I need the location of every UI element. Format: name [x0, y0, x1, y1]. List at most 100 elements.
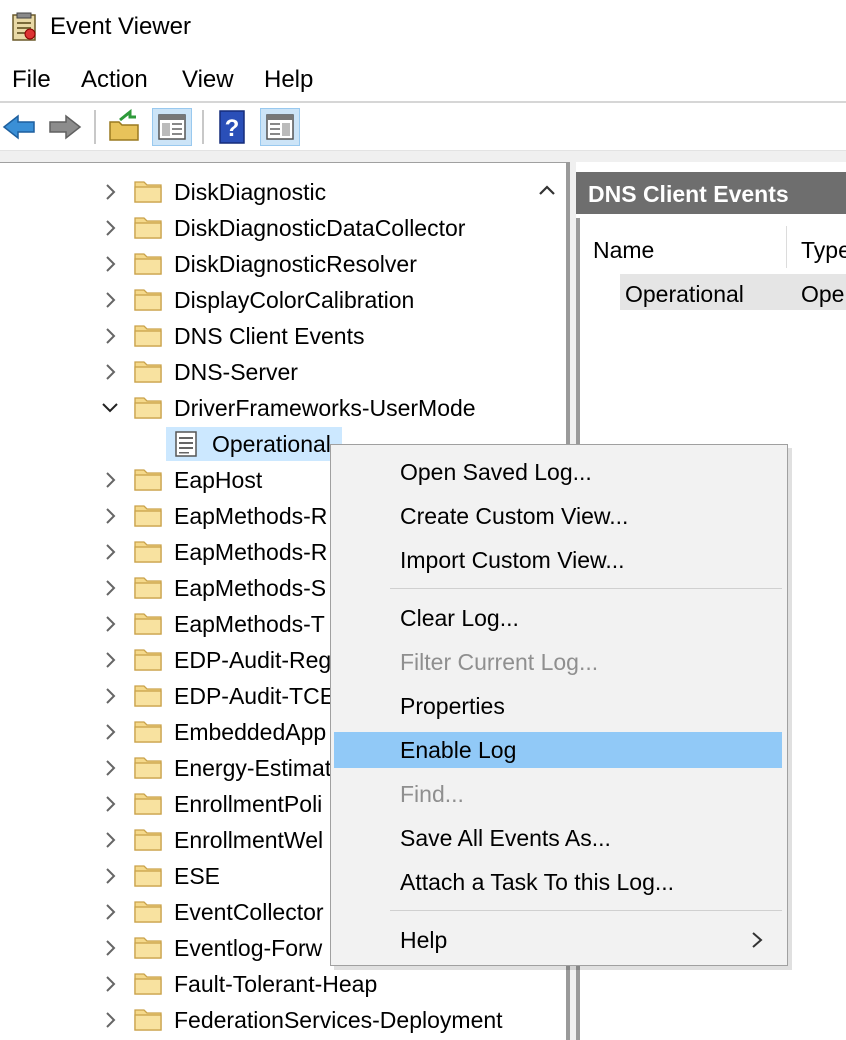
- menu-action[interactable]: Action: [81, 66, 148, 94]
- context-menu-item-help[interactable]: Help: [334, 922, 782, 958]
- chevron-right-icon[interactable]: [100, 542, 120, 562]
- tree-item-label: EapMethods-R: [174, 539, 328, 565]
- column-header-type[interactable]: Type: [801, 236, 846, 264]
- folder-icon: [134, 901, 162, 923]
- context-menu-item-save-all-events-as[interactable]: Save All Events As...: [334, 820, 782, 856]
- folder-icon: [134, 649, 162, 671]
- tree-item[interactable]: FederationServices-Deployment: [0, 1002, 530, 1038]
- toolbar-bottom-border: [0, 150, 846, 162]
- show-hide-tree-icon: [158, 114, 186, 140]
- context-menu-item-create-custom-view[interactable]: Create Custom View...: [334, 498, 782, 534]
- folder-icon: [134, 613, 162, 635]
- tree-item[interactable]: DiskDiagnostic: [0, 174, 530, 210]
- chevron-right-icon[interactable]: [100, 362, 120, 382]
- chevron-up-icon: [539, 185, 555, 195]
- help-button[interactable]: ?: [212, 108, 252, 146]
- svg-text:?: ?: [225, 115, 240, 142]
- chevron-right-icon[interactable]: [100, 290, 120, 310]
- context-menu-item-label: Attach a Task To this Log...: [400, 869, 675, 895]
- tree-item-label: DiskDiagnosticResolver: [174, 251, 417, 277]
- tree-item-label: FederationServices-Deployment: [174, 1007, 503, 1033]
- folder-icon: [134, 217, 162, 239]
- tree-item[interactable]: DiskDiagnosticDataCollector: [0, 210, 530, 246]
- folder-icon: [134, 937, 162, 959]
- chevron-right-icon[interactable]: [100, 578, 120, 598]
- chevron-right-icon[interactable]: [100, 614, 120, 634]
- tree-item-label: DriverFrameworks-UserMode: [174, 395, 476, 421]
- tree-item-label: Eventlog-Forw: [174, 935, 323, 961]
- folder-icon: [134, 793, 162, 815]
- chevron-right-icon[interactable]: [100, 902, 120, 922]
- toolbar: ?: [0, 104, 846, 150]
- chevron-right-icon[interactable]: [100, 938, 120, 958]
- context-menu-item-label: Help: [400, 927, 448, 953]
- open-folder-icon: [109, 108, 139, 141]
- chevron-down-icon[interactable]: [100, 398, 120, 418]
- folder-icon: [134, 325, 162, 347]
- folder-icon: [134, 685, 162, 707]
- folder-icon: [134, 181, 162, 203]
- chevron-right-icon[interactable]: [100, 866, 120, 886]
- context-menu-item-clear-log[interactable]: Clear Log...: [334, 600, 782, 636]
- tree-item[interactable]: DisplayColorCalibration: [0, 282, 530, 318]
- context-menu-separator: [390, 910, 782, 911]
- chevron-right-icon[interactable]: [100, 758, 120, 778]
- context-menu-item-properties[interactable]: Properties: [334, 688, 782, 724]
- tree-item[interactable]: DriverFrameworks-UserMode: [0, 390, 530, 426]
- folder-icon: [134, 361, 162, 383]
- chevron-right-icon[interactable]: [100, 470, 120, 490]
- tree-item-label: EapMethods-T: [174, 611, 325, 637]
- tree-item-label: DiskDiagnostic: [174, 179, 327, 205]
- context-menu-separator: [390, 588, 782, 589]
- chevron-right-icon[interactable]: [100, 650, 120, 670]
- chevron-right-icon[interactable]: [100, 974, 120, 994]
- show-hide-action-pane-button[interactable]: [260, 108, 300, 146]
- chevron-right-icon[interactable]: [100, 218, 120, 238]
- tree-item[interactable]: DiskDiagnosticResolver: [0, 246, 530, 282]
- chevron-right-icon[interactable]: [100, 326, 120, 346]
- tree-item[interactable]: DNS Client Events: [0, 318, 530, 354]
- folder-icon: [134, 253, 162, 275]
- chevron-right-icon[interactable]: [100, 254, 120, 274]
- menu-file[interactable]: File: [12, 66, 51, 94]
- context-menu-item-label: Create Custom View...: [400, 503, 629, 529]
- context-menu-item-label: Find...: [400, 781, 464, 807]
- folder-icon: [134, 505, 162, 527]
- show-hide-action-pane-icon: [266, 114, 294, 140]
- menu-bar: File Action View Help: [0, 56, 846, 102]
- tree-item-label: EnrollmentPoli: [174, 791, 323, 817]
- folder-icon: [134, 577, 162, 599]
- tree-item-label: Operational: [212, 431, 331, 457]
- tree-item-label: EapMethods-R: [174, 503, 328, 529]
- folder-icon: [134, 973, 162, 995]
- context-menu-item-import-custom-view[interactable]: Import Custom View...: [334, 542, 782, 578]
- tree-item-label: EapHost: [174, 467, 263, 493]
- menu-view[interactable]: View: [182, 66, 234, 94]
- tree-item[interactable]: DNS-Server: [0, 354, 530, 390]
- tree-item-label: EventCollector: [174, 899, 324, 925]
- chevron-right-icon[interactable]: [100, 506, 120, 526]
- forward-button[interactable]: [44, 108, 84, 146]
- chevron-right-icon[interactable]: [100, 1010, 120, 1030]
- show-hide-tree-button[interactable]: [152, 108, 192, 146]
- column-header-name[interactable]: Name: [593, 236, 654, 264]
- context-menu-item-open-saved-log[interactable]: Open Saved Log...: [334, 454, 782, 490]
- context-menu-item-find: Find...: [334, 776, 782, 812]
- context-menu-item-enable-log[interactable]: Enable Log: [334, 732, 782, 768]
- context-menu-item-label: Enable Log: [400, 737, 517, 763]
- chevron-right-icon[interactable]: [100, 722, 120, 742]
- context-menu-item-attach-a-task-to-this-log[interactable]: Attach a Task To this Log...: [334, 864, 782, 900]
- menu-help[interactable]: Help: [264, 66, 313, 94]
- chevron-right-icon[interactable]: [100, 182, 120, 202]
- scroll-up-button[interactable]: [530, 172, 564, 208]
- back-button[interactable]: [0, 108, 40, 146]
- context-menu-item-label: Clear Log...: [400, 605, 519, 631]
- column-divider[interactable]: [786, 226, 787, 268]
- chevron-right-icon[interactable]: [100, 830, 120, 850]
- forward-arrow-icon: [49, 114, 82, 140]
- chevron-right-icon[interactable]: [100, 686, 120, 706]
- chevron-right-icon[interactable]: [100, 794, 120, 814]
- tree-item[interactable]: Fault-Tolerant-Heap: [0, 966, 530, 1002]
- menu-divider: [0, 101, 846, 103]
- open-button[interactable]: [104, 108, 144, 146]
